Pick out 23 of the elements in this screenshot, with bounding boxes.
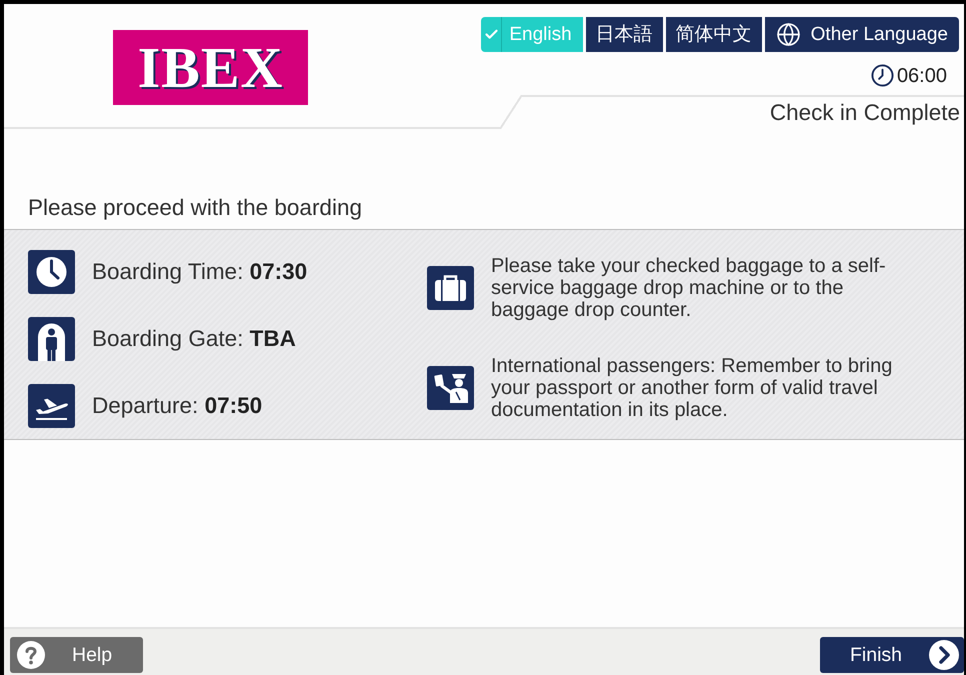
finish-button[interactable]: Finish (820, 637, 964, 673)
language-button[interactable]: 简体中文 (666, 17, 762, 52)
officer-icon (427, 366, 474, 410)
language-button[interactable]: 日本語 (586, 17, 663, 52)
logo: IBEX (113, 30, 308, 105)
clock-icon (28, 250, 75, 294)
globe-icon (776, 22, 801, 47)
plane-takeoff-icon (28, 384, 75, 428)
language-button[interactable]: Other Language (764, 17, 959, 52)
clock-icon (870, 64, 894, 87)
flight-info-text: Departure: 07:50 (92, 393, 262, 419)
flight-info-text: Boarding Gate: TBA (92, 326, 296, 352)
notice-text: Please take your checked baggage to a self-service baggage drop machine or to the baggage drop counter. (491, 255, 887, 321)
help-icon (17, 641, 45, 669)
person-in-doorway-icon (28, 317, 75, 361)
instruction-text: Please proceed with the boarding (28, 195, 362, 221)
flight-info-text: Boarding Time: 07:30 (92, 259, 308, 285)
suitcase-icon (427, 266, 474, 310)
notice-text: International passengers: Remember to bring your passport or another form of valid travel documentation in its place. (491, 355, 894, 421)
chevron-right-icon (929, 640, 959, 670)
clock-time: 06:00 (896, 64, 947, 86)
step-title: Check in Complete (770, 100, 960, 126)
help-button[interactable]: Help (10, 637, 143, 673)
